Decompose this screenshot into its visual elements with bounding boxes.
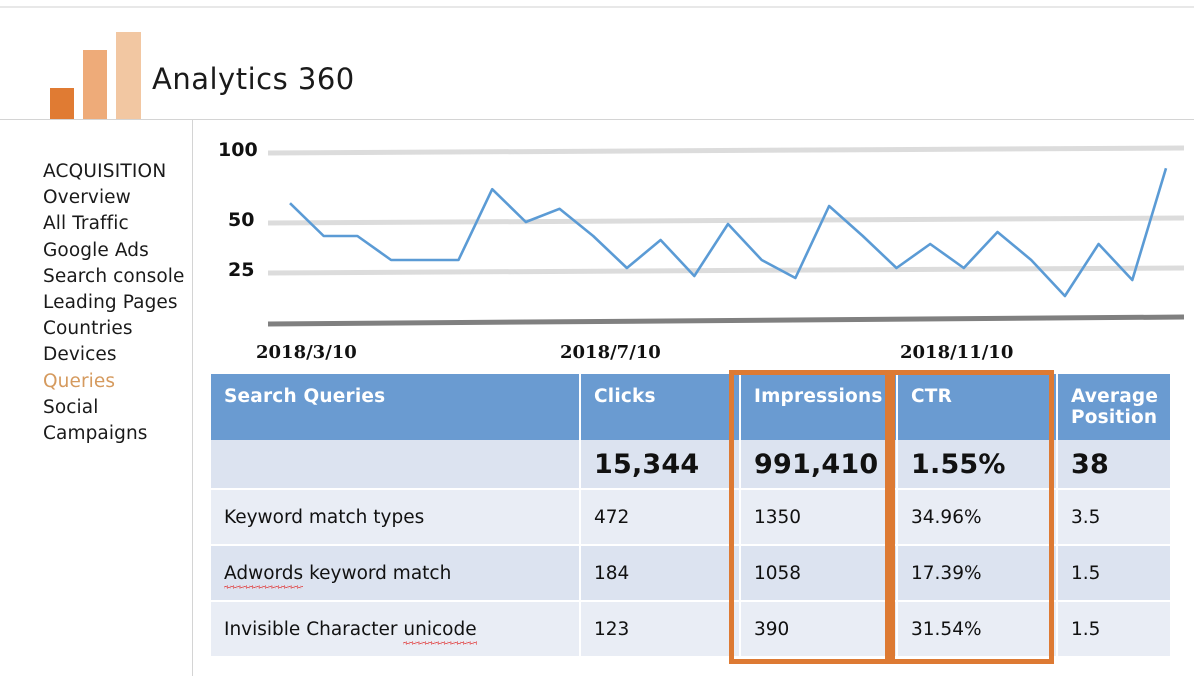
summary-cell-search-queries (211, 440, 581, 490)
table-summary-row: 15,344 991,410 1.55% 38 (211, 440, 1170, 490)
misspelled-word: unicode (403, 618, 477, 645)
table-header: Search Queries Clicks Impressions CTR Averag… (211, 374, 1170, 440)
logo-bar-2 (83, 50, 107, 120)
cell-clicks: 123 (580, 601, 741, 658)
table-column-header-average-position[interactable]: Average Position (1057, 374, 1170, 440)
table-column-header-impressions[interactable]: Impressions (740, 374, 898, 440)
summary-cell-impressions: 991,410 (740, 440, 898, 490)
table-row[interactable]: Invisible Character unicode 123 390 31.54% 1… (211, 601, 1170, 658)
queries-data-table: Search Queries Clicks Impressions CTR Averag… (211, 374, 1170, 658)
logo-bar-3 (116, 32, 141, 120)
sidebar-item-leading-pages[interactable]: Leading Pages (43, 290, 193, 316)
cell-impressions: 1058 (740, 545, 898, 602)
table-row[interactable]: Keyword match types 472 1350 34.96% 3.5 (211, 489, 1170, 546)
table-column-header-search-queries[interactable]: Search Queries (211, 374, 581, 440)
chart-canvas (267, 145, 1185, 327)
cell-search-query: Adwords keyword match (211, 545, 581, 602)
sidebar-nav-list: ACQUISITION Overview All Traffic Google Ads… (43, 159, 193, 447)
table-column-header-ctr[interactable]: CTR (897, 374, 1058, 440)
chart-y-tick-label: 100 (218, 139, 258, 161)
sidebar-item-queries[interactable]: Queries (43, 369, 193, 395)
summary-cell-clicks: 15,344 (580, 440, 741, 490)
chart-x-tick-label: 2018/3/10 (256, 342, 357, 363)
cell-search-query: Invisible Character unicode (211, 601, 581, 658)
sidebar-item-google-ads[interactable]: Google Ads (43, 238, 193, 264)
chart-data-line (289, 167, 1168, 298)
cell-average-position: 1.5 (1057, 601, 1170, 658)
chart-gridline (267, 145, 1185, 156)
sidebar-item-search-console[interactable]: Search console (43, 264, 193, 290)
sidebar-item-devices[interactable]: Devices (43, 342, 193, 368)
cell-search-query: Keyword match types (211, 489, 581, 546)
chart-gridline (267, 215, 1185, 226)
cell-impressions: 390 (740, 601, 898, 658)
logo-bar-1 (50, 88, 74, 120)
chart-y-tick-label: 25 (228, 259, 255, 281)
table-column-header-clicks[interactable]: Clicks (580, 374, 741, 440)
analytics-bar-logo-icon (48, 30, 144, 120)
table-body: 15,344 991,410 1.55% 38 Keyword match types 4… (211, 440, 1170, 658)
chart-y-tick-label: 50 (228, 209, 255, 231)
table-row[interactable]: Adwords keyword match 184 1058 17.39% 1.5 (211, 545, 1170, 602)
cell-clicks: 184 (580, 545, 741, 602)
sidebar-item-all-traffic[interactable]: All Traffic (43, 211, 193, 237)
sidebar: ACQUISITION Overview All Traffic Google Ads… (0, 120, 192, 676)
misspelled-word: Adwords (224, 562, 304, 589)
search-traffic-line-chart: 100 50 25 2018/3/10 2018/7/10 2018/11/10 (200, 128, 1190, 368)
app-header: Analytics 360 (0, 8, 1194, 120)
cell-ctr: 17.39% (897, 545, 1058, 602)
sidebar-item-social[interactable]: Social (43, 395, 193, 421)
chart-x-tick-label: 2018/7/10 (560, 342, 661, 363)
sidebar-item-overview[interactable]: Overview (43, 185, 193, 211)
sidebar-item-acquisition: ACQUISITION (43, 161, 167, 182)
search-queries-table: Search Queries Clicks Impressions CTR Averag… (211, 374, 1170, 658)
sidebar-item-campaigns[interactable]: Campaigns (43, 421, 193, 447)
table-header-row: Search Queries Clicks Impressions CTR Averag… (211, 374, 1170, 440)
chart-x-axis-line (267, 314, 1185, 327)
chart-x-tick-label: 2018/11/10 (900, 342, 1014, 363)
sidebar-item-countries[interactable]: Countries (43, 316, 193, 342)
cell-impressions: 1350 (740, 489, 898, 546)
cell-average-position: 3.5 (1057, 489, 1170, 546)
summary-cell-average-position: 38 (1057, 440, 1170, 490)
cell-clicks: 472 (580, 489, 741, 546)
page-title: Analytics 360 (152, 62, 355, 96)
summary-cell-ctr: 1.55% (897, 440, 1058, 490)
cell-ctr: 34.96% (897, 489, 1058, 546)
cell-ctr: 31.54% (897, 601, 1058, 658)
cell-average-position: 1.5 (1057, 545, 1170, 602)
chart-gridline (267, 265, 1185, 276)
